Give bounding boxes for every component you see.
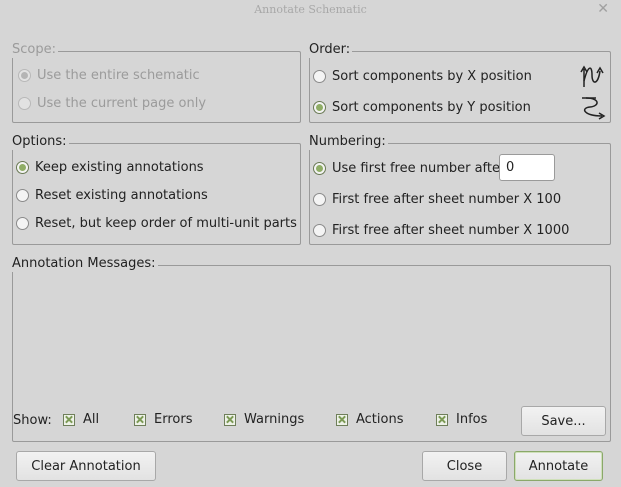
options-group: Options: Keep existing annotations Reset… [12,134,301,245]
filter-all-check[interactable] [63,413,75,426]
filter-errors-check[interactable] [134,413,146,426]
filter-warnings-check[interactable] [224,413,236,426]
filter-infos-check[interactable] [436,413,448,426]
filter-warnings-label: Warnings [244,412,305,427]
sheet-x100-option[interactable]: First free after sheet number X 100 [313,192,561,207]
messages-legend: Annotation Messages: [12,256,158,272]
sort-x-label: Sort components by X position [332,69,532,84]
sheet-x100-label: First free after sheet number X 100 [332,192,562,207]
window-title: Annotate Schematic [254,3,367,16]
annotate-button[interactable]: Annotate [514,451,603,481]
save-messages-button[interactable]: Save... [521,406,606,436]
messages-list[interactable] [14,274,608,404]
reset-keep-order-label: Reset, but keep order of multi-unit part… [35,216,297,231]
order-group: Order: Sort components by X position Sor… [309,42,611,123]
sort-x-radio[interactable] [313,70,326,83]
close-button[interactable]: Close [422,451,507,481]
order-legend: Order: [309,42,353,58]
filter-actions-check[interactable] [336,413,348,426]
filter-infos-checkbox[interactable]: Infos [436,412,487,427]
reset-keep-order-option[interactable]: Reset, but keep order of multi-unit part… [16,216,297,231]
sheet-x1000-label: First free after sheet number X 1000 [332,223,570,238]
sheet-x100-radio[interactable] [313,193,326,206]
sort-y-icon [582,97,606,120]
scope-legend: Scope: [12,42,58,58]
title-bar: Annotate Schematic ✕ [0,0,621,22]
filter-errors-checkbox[interactable]: Errors [134,412,192,427]
reset-annotations-option[interactable]: Reset existing annotations [16,188,208,203]
first-free-number-radio[interactable] [313,162,326,175]
show-label: Show: [13,413,52,428]
first-free-number-label: Use first free number after: [332,161,510,176]
keep-annotations-label: Keep existing annotations [35,160,204,175]
first-free-number-input[interactable] [499,154,555,181]
sheet-x1000-option[interactable]: First free after sheet number X 1000 [313,223,569,238]
keep-annotations-radio[interactable] [16,161,29,174]
scope-entire-schematic-option: Use the entire schematic [18,68,200,83]
options-legend: Options: [12,134,69,150]
sort-x-option[interactable]: Sort components by X position [313,69,532,84]
filter-actions-checkbox[interactable]: Actions [336,412,404,427]
scope-current-radio [18,97,31,110]
filter-errors-label: Errors [154,412,193,427]
numbering-group: Numbering: Use first free number after: … [309,134,611,245]
keep-annotations-option[interactable]: Keep existing annotations [16,160,204,175]
sort-y-option[interactable]: Sort components by Y position [313,100,531,115]
reset-keep-order-radio[interactable] [16,217,29,230]
scope-entire-label: Use the entire schematic [37,68,200,83]
scope-group: Scope: Use the entire schematic Use the … [12,42,301,123]
filter-all-label: All [83,412,100,427]
sort-x-icon [580,65,604,87]
reset-annotations-label: Reset existing annotations [35,188,208,203]
sort-y-radio[interactable] [313,101,326,114]
filter-actions-label: Actions [356,412,404,427]
sheet-x1000-radio[interactable] [313,224,326,237]
scope-entire-radio [18,69,31,82]
clear-annotation-button[interactable]: Clear Annotation [16,451,156,481]
numbering-legend: Numbering: [309,134,388,150]
scope-current-label: Use the current page only [37,96,207,111]
reset-annotations-radio[interactable] [16,189,29,202]
filter-infos-label: Infos [456,412,488,427]
filter-all-checkbox[interactable]: All [63,412,99,427]
close-icon[interactable]: ✕ [597,1,609,17]
scope-current-page-option: Use the current page only [18,96,206,111]
first-free-number-option[interactable]: Use first free number after: [313,161,510,176]
sort-y-label: Sort components by Y position [332,100,531,115]
filter-warnings-checkbox[interactable]: Warnings [224,412,304,427]
